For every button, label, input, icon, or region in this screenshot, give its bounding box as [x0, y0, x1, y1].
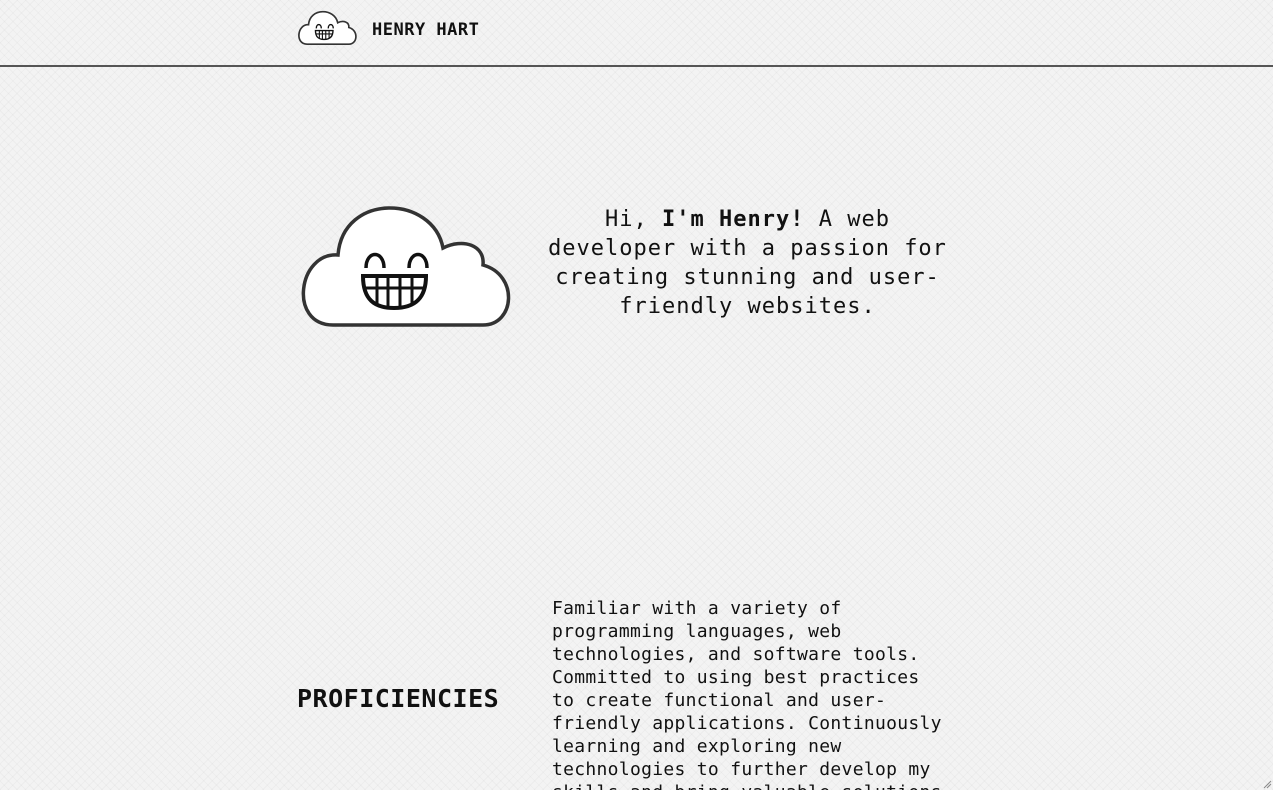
hero-name: I'm Henry!: [662, 207, 805, 232]
resize-handle-icon[interactable]: [1262, 779, 1272, 789]
proficiencies-description: Familiar with a variety of programming l…: [552, 598, 942, 790]
hero-greeting: Hi,: [605, 207, 648, 232]
proficiencies-title: PROFICIENCIES: [297, 684, 500, 713]
site-header: HENRY HART: [0, 0, 1273, 67]
smiling-cloud-icon[interactable]: [296, 9, 358, 46]
hero-intro: Hi, I'm Henry! A web developer with a pa…: [540, 205, 955, 321]
smiling-cloud-icon: [301, 206, 511, 327]
brand-name[interactable]: HENRY HART: [372, 20, 479, 40]
